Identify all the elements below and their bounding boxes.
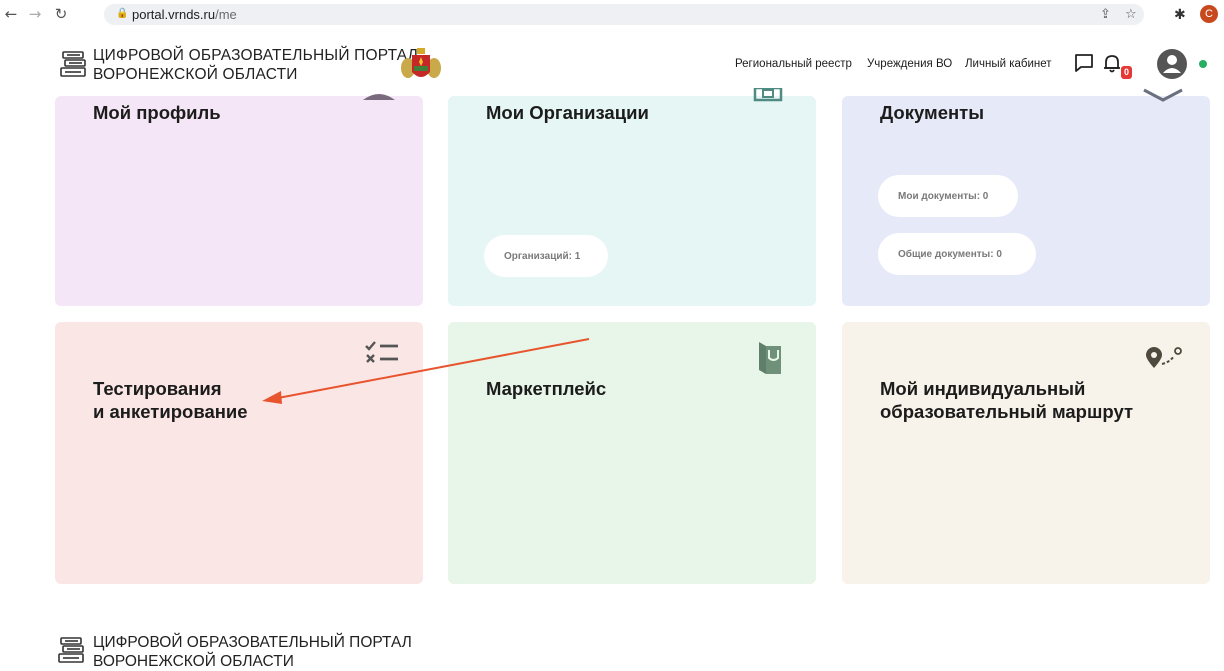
share-icon[interactable]: ⇪ <box>1100 7 1111 22</box>
nav-institutions[interactable]: Учреждения ВО <box>867 58 952 70</box>
common-documents-pill[interactable]: Общие документы: 0 <box>878 233 1036 275</box>
card-title: Документы <box>880 102 985 123</box>
forward-icon[interactable]: → <box>26 5 44 23</box>
address-bar[interactable]: 🔒 portal.vrnds.ru/me ⇪ ☆ <box>104 4 1144 25</box>
voronezh-emblem-icon <box>401 48 441 78</box>
card-documents[interactable]: Документы Мои документы: 0 Общие докумен… <box>842 88 1210 306</box>
portal-logo-text[interactable]: ЦИФРОВОЙ ОБРАЗОВАТЕЛЬНЫЙ ПОРТАЛ ВОРОНЕЖС… <box>93 46 418 84</box>
person-icon <box>363 94 395 100</box>
extensions-puzzle-icon[interactable]: ✱ <box>1174 7 1186 23</box>
card-title: Мой профиль <box>93 102 221 123</box>
organizations-count-pill[interactable]: Организаций: 1 <box>484 235 608 277</box>
card-marketplace[interactable]: Маркетплейс <box>448 322 816 584</box>
user-avatar[interactable] <box>1157 49 1187 79</box>
footer-books-logo-icon <box>58 637 84 663</box>
organization-icon <box>753 88 783 102</box>
url-text: portal.vrnds.ru/me <box>132 7 237 22</box>
online-status-dot <box>1199 60 1207 68</box>
card-my-profile[interactable]: Мой профиль <box>55 94 423 306</box>
card-title: Маркетплейс <box>486 378 607 399</box>
nav-personal-cabinet[interactable]: Личный кабинет <box>965 58 1052 70</box>
card-my-organizations[interactable]: Мои Организации Организаций: 1 <box>448 88 816 306</box>
user-avatar-icon <box>1163 55 1181 73</box>
footer-logo-text: ЦИФРОВОЙ ОБРАЗОВАТЕЛЬНЫЙ ПОРТАЛ ВОРОНЕЖС… <box>93 634 412 670</box>
my-documents-pill[interactable]: Мои документы: 0 <box>878 175 1018 217</box>
card-title: Тестирования и анкетирование <box>93 378 248 422</box>
card-title: Мои Организации <box>486 102 649 123</box>
documents-icon <box>1143 88 1183 102</box>
browser-toolbar: ← → ↻ 🔒 portal.vrnds.ru/me ⇪ ☆ ✱ C <box>0 0 1224 40</box>
reload-icon[interactable]: ↻ <box>52 5 70 23</box>
bell-icon[interactable] <box>1101 52 1123 74</box>
notification-badge: 0 <box>1121 66 1132 79</box>
bookmark-star-icon[interactable]: ☆ <box>1125 7 1137 22</box>
browser-profile-avatar[interactable]: C <box>1200 5 1218 23</box>
shopping-bag-icon <box>759 342 781 374</box>
nav-regional-registry[interactable]: Региональный реестр <box>735 58 852 70</box>
site-header: ЦИФРОВОЙ ОБРАЗОВАТЕЛЬНЫЙ ПОРТАЛ ВОРОНЕЖС… <box>0 40 1224 96</box>
checklist-icon <box>365 341 398 363</box>
card-title: Мой индивидуальный образовательный маршр… <box>880 378 1134 422</box>
books-logo-icon[interactable] <box>60 50 88 78</box>
route-map-pin-icon <box>1146 347 1182 368</box>
back-icon[interactable]: ← <box>2 5 20 23</box>
lock-icon: 🔒 <box>116 8 129 19</box>
card-individual-route[interactable]: Мой индивидуальный образовательный маршр… <box>842 322 1210 584</box>
card-testing-surveys[interactable]: Тестирования и анкетирование <box>55 322 423 584</box>
chat-icon[interactable] <box>1073 52 1095 74</box>
